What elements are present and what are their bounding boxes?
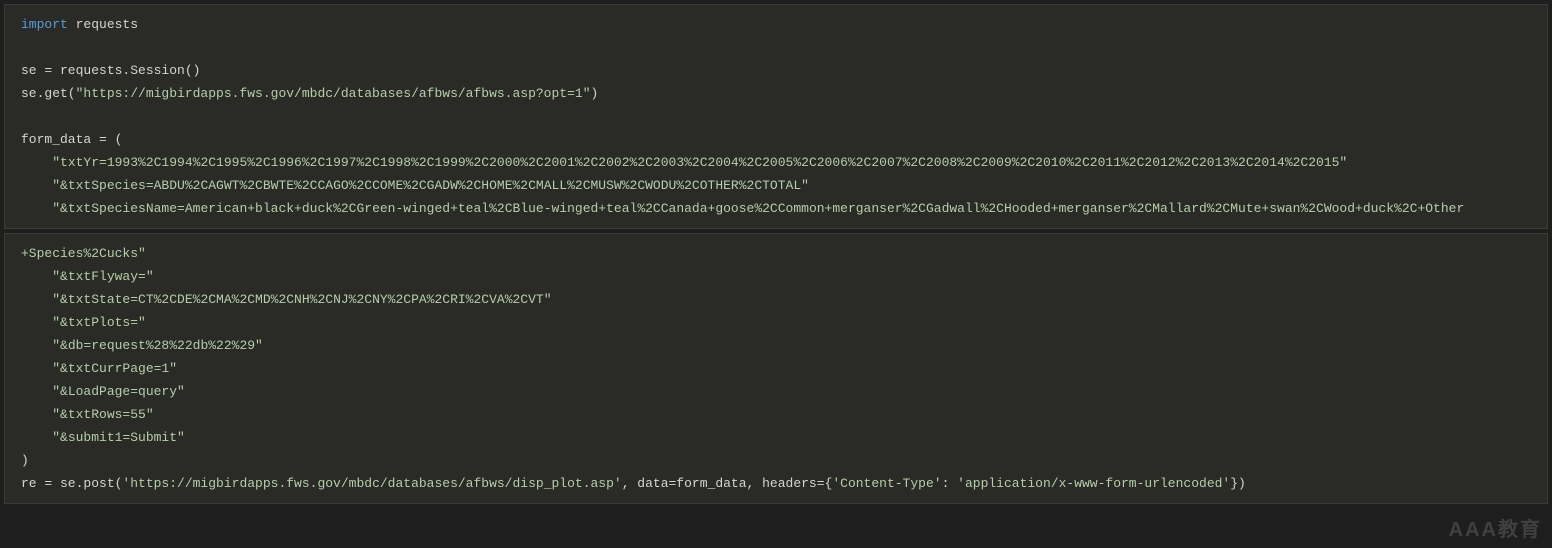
indent	[21, 178, 52, 193]
code-line: se = requests.Session()	[21, 63, 200, 78]
string-literal: 'application/x-www-form-urlencoded'	[957, 476, 1230, 491]
indent	[21, 201, 52, 216]
string-literal: +Species%2Cucks"	[21, 246, 146, 261]
string-literal: "&txtFlyway="	[52, 269, 153, 284]
string-literal: "&txtPlots="	[52, 315, 146, 330]
indent	[21, 315, 52, 330]
indent	[21, 292, 52, 307]
watermark: AAA教育	[1449, 519, 1542, 542]
indent	[21, 384, 52, 399]
string-literal: "&db=request%28%22db%22%29"	[52, 338, 263, 353]
indent	[21, 155, 52, 170]
code-line: :	[942, 476, 958, 491]
indent	[21, 269, 52, 284]
string-literal: 'https://migbirdapps.fws.gov/mbdc/databa…	[122, 476, 621, 491]
string-literal: "https://migbirdapps.fws.gov/mbdc/databa…	[76, 86, 591, 101]
code-line: })	[1230, 476, 1246, 491]
string-literal: "&txtState=CT%2CDE%2CMA%2CMD%2CNH%2CNJ%2…	[52, 292, 551, 307]
string-literal: "&submit1=Submit"	[52, 430, 185, 445]
code-line: , data=form_data, headers={	[622, 476, 833, 491]
code-line: re = se.post(	[21, 476, 122, 491]
keyword-import: import	[21, 17, 68, 32]
indent	[21, 430, 52, 445]
string-literal: "&LoadPage=query"	[52, 384, 185, 399]
code-block-1[interactable]: import requests se = requests.Session() …	[4, 4, 1548, 229]
string-literal: "&txtRows=55"	[52, 407, 153, 422]
indent	[21, 338, 52, 353]
code-line: )	[21, 453, 29, 468]
string-literal: "&txtSpeciesName=American+black+duck%2CG…	[52, 201, 1464, 216]
code-line: se.get(	[21, 86, 76, 101]
code-block-2[interactable]: +Species%2Cucks" "&txtFlyway=" "&txtStat…	[4, 233, 1548, 504]
string-literal: "&txtCurrPage=1"	[52, 361, 177, 376]
indent	[21, 361, 52, 376]
indent	[21, 407, 52, 422]
module-name: requests	[68, 17, 138, 32]
code-line: )	[591, 86, 599, 101]
string-literal: 'Content-Type'	[832, 476, 941, 491]
code-line: form_data = (	[21, 132, 122, 147]
string-literal: "&txtSpecies=ABDU%2CAGWT%2CBWTE%2CCAGO%2…	[52, 178, 809, 193]
string-literal: "txtYr=1993%2C1994%2C1995%2C1996%2C1997%…	[52, 155, 1347, 170]
